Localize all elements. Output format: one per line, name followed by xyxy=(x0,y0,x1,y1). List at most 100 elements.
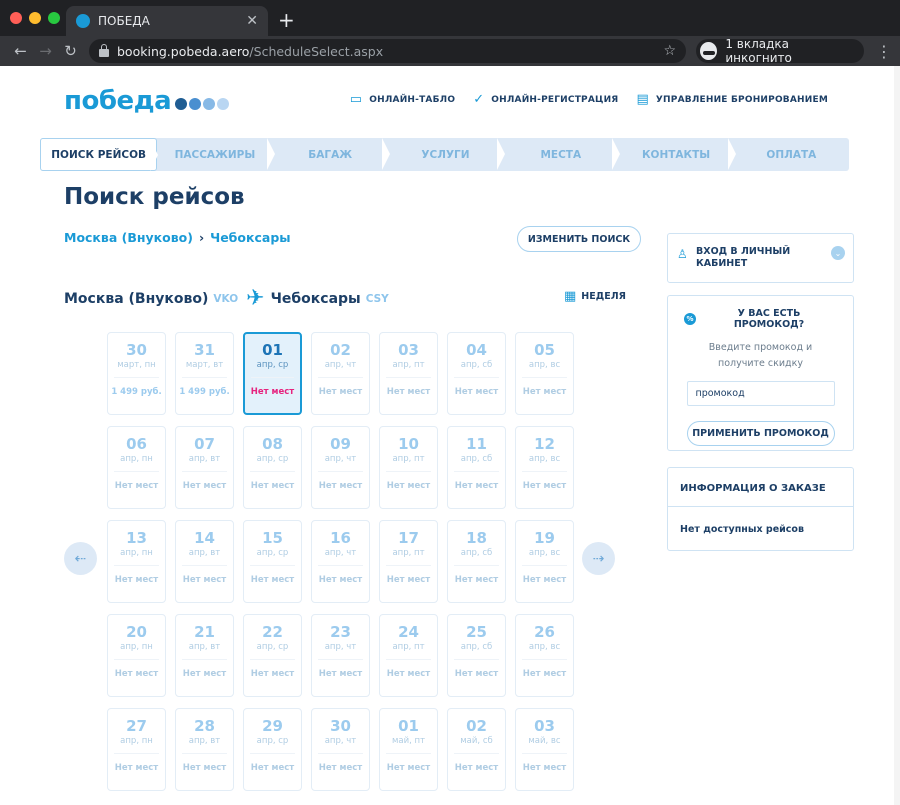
prev-dates-arrow-icon[interactable]: ⇠ xyxy=(64,542,97,575)
check-circle-icon: ✓ xyxy=(473,92,485,107)
step-services[interactable]: УСЛУГИ xyxy=(388,138,506,171)
calendar-day[interactable]: 10 апр, пт Нет мест xyxy=(379,426,438,509)
step-flight-search[interactable]: ПОИСК РЕЙСОВ xyxy=(40,138,159,171)
tab-close-icon[interactable]: ✕ xyxy=(246,13,258,29)
calendar-day[interactable]: 02 апр, чт Нет мест xyxy=(311,332,370,415)
promo-code-input[interactable] xyxy=(686,381,835,406)
step-contacts[interactable]: КОНТАКТЫ xyxy=(618,138,736,171)
calendar-day[interactable]: 20 апр, пн Нет мест xyxy=(107,614,166,697)
day-price: Нет мест xyxy=(114,481,159,491)
calendar-day[interactable]: 22 апр, ср Нет мест xyxy=(243,614,302,697)
calendar-day[interactable]: 19 апр, вс Нет мест xyxy=(515,520,574,603)
route-breadcrumb: Москва (Внуково) › Чебоксары xyxy=(64,230,291,245)
calendar-day[interactable]: 04 апр, сб Нет мест xyxy=(447,332,506,415)
calendar-day[interactable]: 03 апр, пт Нет мест xyxy=(379,332,438,415)
back-icon[interactable]: ← xyxy=(8,42,33,60)
minimize-window-button[interactable] xyxy=(29,12,41,24)
order-info-title: ИНФОРМАЦИЯ О ЗАКАЗЕ xyxy=(668,468,853,507)
browser-tab[interactable]: ПОБЕДА ✕ xyxy=(66,6,268,36)
reload-icon[interactable]: ↻ xyxy=(58,42,83,60)
calendar-day[interactable]: 30 апр, чт Нет мест xyxy=(311,708,370,791)
browser-tab-bar: ПОБЕДА ✕ + xyxy=(0,0,900,36)
chevron-down-icon[interactable]: ⌄ xyxy=(831,246,845,260)
day-price: Нет мест xyxy=(250,481,295,491)
calendar-day[interactable]: 11 апр, сб Нет мест xyxy=(447,426,506,509)
day-price: Нет мест xyxy=(182,481,227,491)
calendar-day[interactable]: 26 апр, вс Нет мест xyxy=(515,614,574,697)
calendar-day[interactable]: 23 апр, чт Нет мест xyxy=(311,614,370,697)
calendar-day[interactable]: 03 май, вс Нет мест xyxy=(515,708,574,791)
day-weekday: май, пт xyxy=(391,736,426,746)
calendar-day[interactable]: 08 апр, ср Нет мест xyxy=(243,426,302,509)
calendar-day[interactable]: 21 апр, вт Нет мест xyxy=(175,614,234,697)
step-seats[interactable]: МЕСТА xyxy=(503,138,621,171)
day-divider xyxy=(386,565,431,566)
calendar-day[interactable]: 31 март, вт 1 499 руб. xyxy=(175,332,234,415)
calendar-day[interactable]: 13 апр, пн Нет мест xyxy=(107,520,166,603)
day-number: 16 xyxy=(330,529,351,547)
new-tab-button[interactable]: + xyxy=(278,8,295,32)
step-baggage[interactable]: БАГАЖ xyxy=(273,138,391,171)
apply-promo-button[interactable]: ПРИМЕНИТЬ ПРОМОКОД xyxy=(686,421,835,446)
calendar-day[interactable]: 25 апр, сб Нет мест xyxy=(447,614,506,697)
day-weekday: апр, чт xyxy=(324,360,357,370)
address-bar[interactable]: booking.pobeda.aero/ScheduleSelect.aspx … xyxy=(89,39,687,63)
day-number: 03 xyxy=(398,341,419,359)
forward-icon[interactable]: → xyxy=(33,42,58,60)
day-divider xyxy=(318,565,363,566)
page-scrollbar[interactable] xyxy=(894,66,900,805)
calendar-day[interactable]: 18 апр, сб Нет мест xyxy=(447,520,506,603)
day-price: Нет мест xyxy=(318,763,363,773)
day-divider xyxy=(318,753,363,754)
calendar-day[interactable]: 15 апр, ср Нет мест xyxy=(243,520,302,603)
day-price: Нет мест xyxy=(386,481,431,491)
day-price: Нет мест xyxy=(454,763,499,773)
calendar-day[interactable]: 17 апр, пт Нет мест xyxy=(379,520,438,603)
calendar-day[interactable]: 01 апр, ср Нет мест xyxy=(243,332,302,415)
route-from: Москва (Внуково) xyxy=(64,230,193,245)
calendar-day[interactable]: 02 май, сб Нет мест xyxy=(447,708,506,791)
calendar-day[interactable]: 05 апр, вс Нет мест xyxy=(515,332,574,415)
day-price: Нет мест xyxy=(182,575,227,585)
next-dates-arrow-icon[interactable]: ⇢ xyxy=(582,542,615,575)
calendar-day[interactable]: 07 апр, вт Нет мест xyxy=(175,426,234,509)
calendar-day[interactable]: 30 март, пн 1 499 руб. xyxy=(107,332,166,415)
calendar-day[interactable]: 16 апр, чт Нет мест xyxy=(311,520,370,603)
calendar-day[interactable]: 24 апр, пт Нет мест xyxy=(379,614,438,697)
login-panel[interactable]: ♙ ВХОД В ЛИЧНЫЙ КАБИНЕТ ⌄ xyxy=(667,233,854,283)
incognito-indicator[interactable]: 1 вкладка инкогнито xyxy=(696,37,864,65)
day-weekday: май, сб xyxy=(460,736,493,746)
calendar-day[interactable]: 14 апр, вт Нет мест xyxy=(175,520,234,603)
day-price: Нет мест xyxy=(182,763,227,773)
change-search-button[interactable]: ИЗМЕНИТЬ ПОИСК xyxy=(517,226,641,252)
online-board-link[interactable]: ▭ ОНЛАЙН-ТАБЛО xyxy=(350,92,455,107)
calendar-day[interactable]: 09 апр, чт Нет мест xyxy=(311,426,370,509)
calendar-day[interactable]: 06 апр, пн Нет мест xyxy=(107,426,166,509)
day-divider xyxy=(114,377,159,378)
bookmark-star-icon[interactable]: ☆ xyxy=(664,43,677,59)
browser-menu-icon[interactable]: ⋮ xyxy=(876,42,892,61)
day-number: 22 xyxy=(262,623,283,641)
calendar-day[interactable]: 29 апр, ср Нет мест xyxy=(243,708,302,791)
pobeda-logo[interactable]: победа xyxy=(64,86,230,116)
close-window-button[interactable] xyxy=(10,12,22,24)
percent-icon: % xyxy=(684,313,696,325)
week-view-toggle[interactable]: ▦ НЕДЕЛЯ xyxy=(564,289,626,304)
maximize-window-button[interactable] xyxy=(48,12,60,24)
step-payment[interactable]: ОПЛАТА xyxy=(734,138,849,171)
manage-booking-link[interactable]: ▤ УПРАВЛЕНИЕ БРОНИРОВАНИЕМ xyxy=(636,92,828,107)
promo-panel: % У ВАС ЕСТЬ ПРОМОКОД? Введите промокод … xyxy=(667,295,854,451)
step-passengers[interactable]: ПАССАЖИРЫ xyxy=(157,138,275,171)
calendar-day[interactable]: 12 апр, вс Нет мест xyxy=(515,426,574,509)
calendar-day[interactable]: 01 май, пт Нет мест xyxy=(379,708,438,791)
calendar-day[interactable]: 28 апр, вт Нет мест xyxy=(175,708,234,791)
online-checkin-link[interactable]: ✓ ОНЛАЙН-РЕГИСТРАЦИЯ xyxy=(473,92,618,107)
calendar-day[interactable]: 27 апр, пн Нет мест xyxy=(107,708,166,791)
online-checkin-label: ОНЛАЙН-РЕГИСТРАЦИЯ xyxy=(491,94,619,105)
day-number: 11 xyxy=(466,435,487,453)
day-weekday: апр, чт xyxy=(324,736,357,746)
day-price: Нет мест xyxy=(318,481,363,491)
day-weekday: апр, пт xyxy=(392,642,425,652)
day-price: Нет мест xyxy=(318,387,363,397)
day-price: Нет мест xyxy=(182,669,227,679)
